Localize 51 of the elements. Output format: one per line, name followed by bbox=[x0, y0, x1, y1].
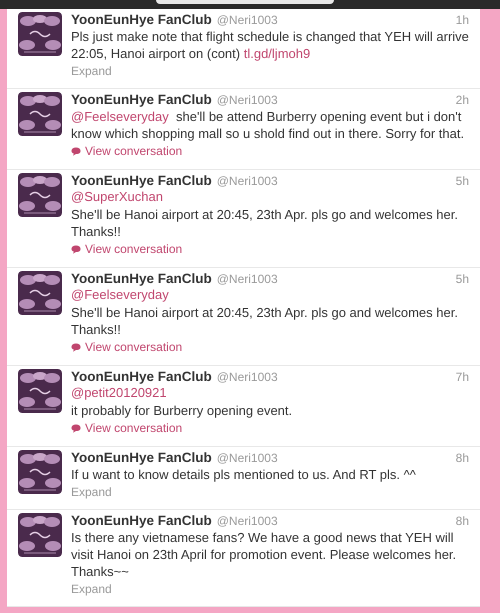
user-name[interactable]: YoonEunHye FanClub bbox=[71, 92, 212, 107]
tweet-text: If u want to know details pls mentioned to us. And RT pls. ^^ bbox=[71, 466, 417, 483]
mention-link[interactable]: @petit20120921 bbox=[71, 384, 167, 401]
mention-link[interactable]: @Feelseveryday bbox=[71, 286, 169, 303]
tweet-time[interactable]: 8h bbox=[456, 451, 469, 465]
avatar-icon[interactable] bbox=[18, 92, 62, 136]
expand-link[interactable]: Expand bbox=[71, 64, 112, 79]
user-handle[interactable]: @Neri1003 bbox=[216, 514, 278, 528]
expand-link[interactable]: Expand bbox=[71, 485, 112, 500]
view-conversation-link[interactable]: View conversation bbox=[71, 421, 182, 436]
tweet-text: it probably for Burberry opening event. bbox=[71, 402, 294, 419]
tweet-link[interactable]: tl.gd/ljmoh9 bbox=[244, 46, 310, 61]
user-handle[interactable]: @Neri1003 bbox=[216, 174, 278, 188]
user-name[interactable]: YoonEunHye FanClub bbox=[71, 271, 212, 286]
tweet-time[interactable]: 7h bbox=[456, 370, 469, 384]
user-name[interactable]: YoonEunHye FanClub bbox=[71, 513, 212, 528]
avatar-icon[interactable] bbox=[18, 450, 62, 494]
tweet-time[interactable]: 8h bbox=[456, 514, 469, 528]
tweet-text: Is there any vietnamese fans? We have a good news that YEH will visit Hanoi on 23th April for promotion event. Please welcomes her. Thanks~~ bbox=[71, 529, 458, 580]
user-name[interactable]: YoonEunHye FanClub bbox=[71, 173, 212, 188]
speech-bubble-icon bbox=[71, 343, 81, 352]
user-name[interactable]: YoonEunHye FanClub bbox=[71, 450, 212, 465]
mention-link[interactable]: @Feelseveryday bbox=[71, 109, 169, 124]
avatar-icon[interactable] bbox=[18, 12, 62, 56]
user-name[interactable]: YoonEunHye FanClub bbox=[71, 12, 212, 27]
speech-bubble-icon bbox=[71, 424, 81, 433]
avatar-icon[interactable] bbox=[18, 513, 62, 557]
user-handle[interactable]: @Neri1003 bbox=[216, 451, 278, 465]
tweet-text: She'll be Hanoi airport at 20:45, 23th Apr. pls go and welcomes her. Thanks!! bbox=[71, 304, 459, 338]
user-handle[interactable]: @Neri1003 bbox=[216, 370, 278, 384]
user-handle[interactable]: @Neri1003 bbox=[216, 272, 278, 286]
user-handle[interactable]: @Neri1003 bbox=[216, 93, 278, 107]
tweet-text: @Feelseveryday she'll be attend Burberry opening event but i don't know which shopping mall so u shold find out in there. Sorry for that. bbox=[71, 108, 466, 142]
view-conversation-link[interactable]: View conversation bbox=[71, 144, 182, 159]
speech-bubble-icon bbox=[71, 147, 81, 156]
view-conversation-link[interactable]: View conversation bbox=[71, 242, 182, 257]
tweet-time[interactable]: 1h bbox=[456, 13, 469, 27]
user-name[interactable]: YoonEunHye FanClub bbox=[71, 369, 212, 384]
tweet-time[interactable]: 2h bbox=[456, 93, 469, 107]
tweet-time[interactable]: 5h bbox=[456, 272, 469, 286]
avatar-icon[interactable] bbox=[18, 271, 62, 315]
tweet-text: Pls just make note that flight schedule is changed that YEH will arrive 22:05, Hanoi airport on (cont) tl.gd/ljmoh9 bbox=[71, 28, 469, 62]
avatar-icon[interactable] bbox=[18, 173, 62, 217]
view-conversation-link[interactable]: View conversation bbox=[71, 340, 182, 355]
user-handle[interactable]: @Neri1003 bbox=[216, 13, 278, 27]
tweet-text: She'll be Hanoi airport at 20:45, 23th Apr. pls go and welcomes her. Thanks!! bbox=[71, 206, 459, 240]
expand-link[interactable]: Expand bbox=[71, 582, 112, 597]
tweet-time[interactable]: 5h bbox=[456, 174, 469, 188]
mention-link[interactable]: @SuperXuchan bbox=[71, 188, 163, 205]
avatar-icon[interactable] bbox=[18, 369, 62, 413]
speech-bubble-icon bbox=[71, 245, 81, 254]
